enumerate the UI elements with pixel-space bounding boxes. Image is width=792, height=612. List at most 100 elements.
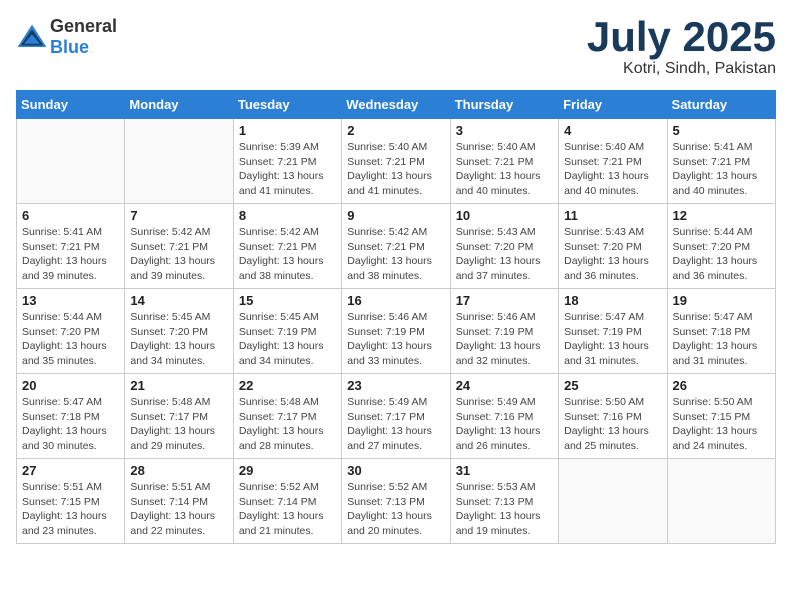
day-detail: Sunrise: 5:40 AM Sunset: 7:21 PM Dayligh… (564, 140, 661, 199)
week-row-5: 27Sunrise: 5:51 AM Sunset: 7:15 PM Dayli… (17, 459, 776, 544)
day-detail: Sunrise: 5:45 AM Sunset: 7:20 PM Dayligh… (130, 310, 227, 369)
day-detail: Sunrise: 5:47 AM Sunset: 7:18 PM Dayligh… (22, 395, 119, 454)
day-detail: Sunrise: 5:42 AM Sunset: 7:21 PM Dayligh… (239, 225, 336, 284)
week-row-3: 13Sunrise: 5:44 AM Sunset: 7:20 PM Dayli… (17, 289, 776, 374)
calendar-cell: 8 Sunrise: 5:42 AM Sunset: 7:21 PM Daylig… (233, 204, 341, 289)
calendar-cell: 1 Sunrise: 5:39 AM Sunset: 7:21 PM Daylig… (233, 119, 341, 204)
calendar-cell: 25 Sunrise: 5:50 AM Sunset: 7:16 PM Dayli… (559, 374, 667, 459)
day-number: 7 (130, 208, 227, 223)
day-detail: Sunrise: 5:46 AM Sunset: 7:19 PM Dayligh… (347, 310, 444, 369)
calendar-cell: 2 Sunrise: 5:40 AM Sunset: 7:21 PM Daylig… (342, 119, 450, 204)
location-title: Kotri, Sindh, Pakistan (587, 60, 776, 78)
calendar-cell: 6Sunrise: 5:41 AM Sunset: 7:21 PM Daylig… (17, 204, 125, 289)
day-number: 19 (673, 293, 770, 308)
day-number: 23 (347, 378, 444, 393)
calendar-cell: 14 Sunrise: 5:45 AM Sunset: 7:20 PM Dayli… (125, 289, 233, 374)
day-number: 4 (564, 123, 661, 138)
calendar-cell: 31 Sunrise: 5:53 AM Sunset: 7:13 PM Dayli… (450, 459, 558, 544)
day-number: 10 (456, 208, 553, 223)
logo-blue: Blue (50, 37, 89, 57)
day-detail: Sunrise: 5:40 AM Sunset: 7:21 PM Dayligh… (456, 140, 553, 199)
day-detail: Sunrise: 5:41 AM Sunset: 7:21 PM Dayligh… (673, 140, 770, 199)
day-header-thursday: Thursday (450, 91, 558, 119)
day-detail: Sunrise: 5:43 AM Sunset: 7:20 PM Dayligh… (456, 225, 553, 284)
day-number: 15 (239, 293, 336, 308)
calendar-cell: 27Sunrise: 5:51 AM Sunset: 7:15 PM Dayli… (17, 459, 125, 544)
calendar-cell: 20Sunrise: 5:47 AM Sunset: 7:18 PM Dayli… (17, 374, 125, 459)
day-detail: Sunrise: 5:52 AM Sunset: 7:13 PM Dayligh… (347, 480, 444, 539)
logo-icon (16, 23, 48, 51)
calendar-cell: 17Sunrise: 5:46 AM Sunset: 7:19 PM Dayli… (450, 289, 558, 374)
calendar-cell: 9Sunrise: 5:42 AM Sunset: 7:21 PM Daylig… (342, 204, 450, 289)
day-number: 14 (130, 293, 227, 308)
days-header-row: SundayMondayTuesdayWednesdayThursdayFrid… (17, 91, 776, 119)
title-section: July 2025 Kotri, Sindh, Pakistan (587, 16, 776, 78)
logo: General Blue (16, 16, 117, 58)
day-number: 1 (239, 123, 336, 138)
day-detail: Sunrise: 5:39 AM Sunset: 7:21 PM Dayligh… (239, 140, 336, 199)
calendar-cell: 13Sunrise: 5:44 AM Sunset: 7:20 PM Dayli… (17, 289, 125, 374)
day-detail: Sunrise: 5:48 AM Sunset: 7:17 PM Dayligh… (239, 395, 336, 454)
day-number: 17 (456, 293, 553, 308)
day-number: 27 (22, 463, 119, 478)
day-number: 24 (456, 378, 553, 393)
day-number: 9 (347, 208, 444, 223)
calendar-table: SundayMondayTuesdayWednesdayThursdayFrid… (16, 90, 776, 544)
logo-general: General (50, 16, 117, 36)
day-header-monday: Monday (125, 91, 233, 119)
day-detail: Sunrise: 5:51 AM Sunset: 7:14 PM Dayligh… (130, 480, 227, 539)
calendar-cell (17, 119, 125, 204)
calendar-cell (667, 459, 775, 544)
day-detail: Sunrise: 5:52 AM Sunset: 7:14 PM Dayligh… (239, 480, 336, 539)
calendar-cell: 18 Sunrise: 5:47 AM Sunset: 7:19 PM Dayli… (559, 289, 667, 374)
calendar-cell: 15 Sunrise: 5:45 AM Sunset: 7:19 PM Dayli… (233, 289, 341, 374)
week-row-1: 1 Sunrise: 5:39 AM Sunset: 7:21 PM Daylig… (17, 119, 776, 204)
day-detail: Sunrise: 5:40 AM Sunset: 7:21 PM Dayligh… (347, 140, 444, 199)
day-detail: Sunrise: 5:44 AM Sunset: 7:20 PM Dayligh… (22, 310, 119, 369)
day-number: 3 (456, 123, 553, 138)
day-number: 30 (347, 463, 444, 478)
day-header-friday: Friday (559, 91, 667, 119)
calendar-cell: 30 Sunrise: 5:52 AM Sunset: 7:13 PM Dayli… (342, 459, 450, 544)
day-detail: Sunrise: 5:53 AM Sunset: 7:13 PM Dayligh… (456, 480, 553, 539)
day-detail: Sunrise: 5:50 AM Sunset: 7:15 PM Dayligh… (673, 395, 770, 454)
calendar-cell: 5Sunrise: 5:41 AM Sunset: 7:21 PM Daylig… (667, 119, 775, 204)
day-number: 2 (347, 123, 444, 138)
calendar-cell (559, 459, 667, 544)
day-detail: Sunrise: 5:49 AM Sunset: 7:17 PM Dayligh… (347, 395, 444, 454)
day-number: 6 (22, 208, 119, 223)
page-header: General Blue July 2025 Kotri, Sindh, Pak… (16, 16, 776, 78)
day-number: 29 (239, 463, 336, 478)
day-detail: Sunrise: 5:50 AM Sunset: 7:16 PM Dayligh… (564, 395, 661, 454)
day-number: 26 (673, 378, 770, 393)
day-detail: Sunrise: 5:42 AM Sunset: 7:21 PM Dayligh… (130, 225, 227, 284)
calendar-cell: 21 Sunrise: 5:48 AM Sunset: 7:17 PM Dayli… (125, 374, 233, 459)
calendar-cell: 4 Sunrise: 5:40 AM Sunset: 7:21 PM Daylig… (559, 119, 667, 204)
calendar-cell (125, 119, 233, 204)
day-number: 22 (239, 378, 336, 393)
day-number: 21 (130, 378, 227, 393)
day-number: 25 (564, 378, 661, 393)
calendar-cell: 11Sunrise: 5:43 AM Sunset: 7:20 PM Dayli… (559, 204, 667, 289)
day-number: 28 (130, 463, 227, 478)
calendar-cell: 26 Sunrise: 5:50 AM Sunset: 7:15 PM Dayli… (667, 374, 775, 459)
calendar-cell: 22 Sunrise: 5:48 AM Sunset: 7:17 PM Dayli… (233, 374, 341, 459)
day-number: 8 (239, 208, 336, 223)
week-row-4: 20Sunrise: 5:47 AM Sunset: 7:18 PM Dayli… (17, 374, 776, 459)
day-number: 18 (564, 293, 661, 308)
day-detail: Sunrise: 5:45 AM Sunset: 7:19 PM Dayligh… (239, 310, 336, 369)
day-detail: Sunrise: 5:48 AM Sunset: 7:17 PM Dayligh… (130, 395, 227, 454)
calendar-cell: 3 Sunrise: 5:40 AM Sunset: 7:21 PM Daylig… (450, 119, 558, 204)
day-number: 31 (456, 463, 553, 478)
day-detail: Sunrise: 5:47 AM Sunset: 7:19 PM Dayligh… (564, 310, 661, 369)
calendar-cell: 12Sunrise: 5:44 AM Sunset: 7:20 PM Dayli… (667, 204, 775, 289)
day-header-tuesday: Tuesday (233, 91, 341, 119)
calendar-cell: 19Sunrise: 5:47 AM Sunset: 7:18 PM Dayli… (667, 289, 775, 374)
week-row-2: 6Sunrise: 5:41 AM Sunset: 7:21 PM Daylig… (17, 204, 776, 289)
calendar-cell: 16Sunrise: 5:46 AM Sunset: 7:19 PM Dayli… (342, 289, 450, 374)
calendar-cell: 7 Sunrise: 5:42 AM Sunset: 7:21 PM Daylig… (125, 204, 233, 289)
calendar-cell: 10 Sunrise: 5:43 AM Sunset: 7:20 PM Dayli… (450, 204, 558, 289)
month-year-title: July 2025 (587, 16, 776, 58)
day-detail: Sunrise: 5:43 AM Sunset: 7:20 PM Dayligh… (564, 225, 661, 284)
calendar-cell: 24Sunrise: 5:49 AM Sunset: 7:16 PM Dayli… (450, 374, 558, 459)
